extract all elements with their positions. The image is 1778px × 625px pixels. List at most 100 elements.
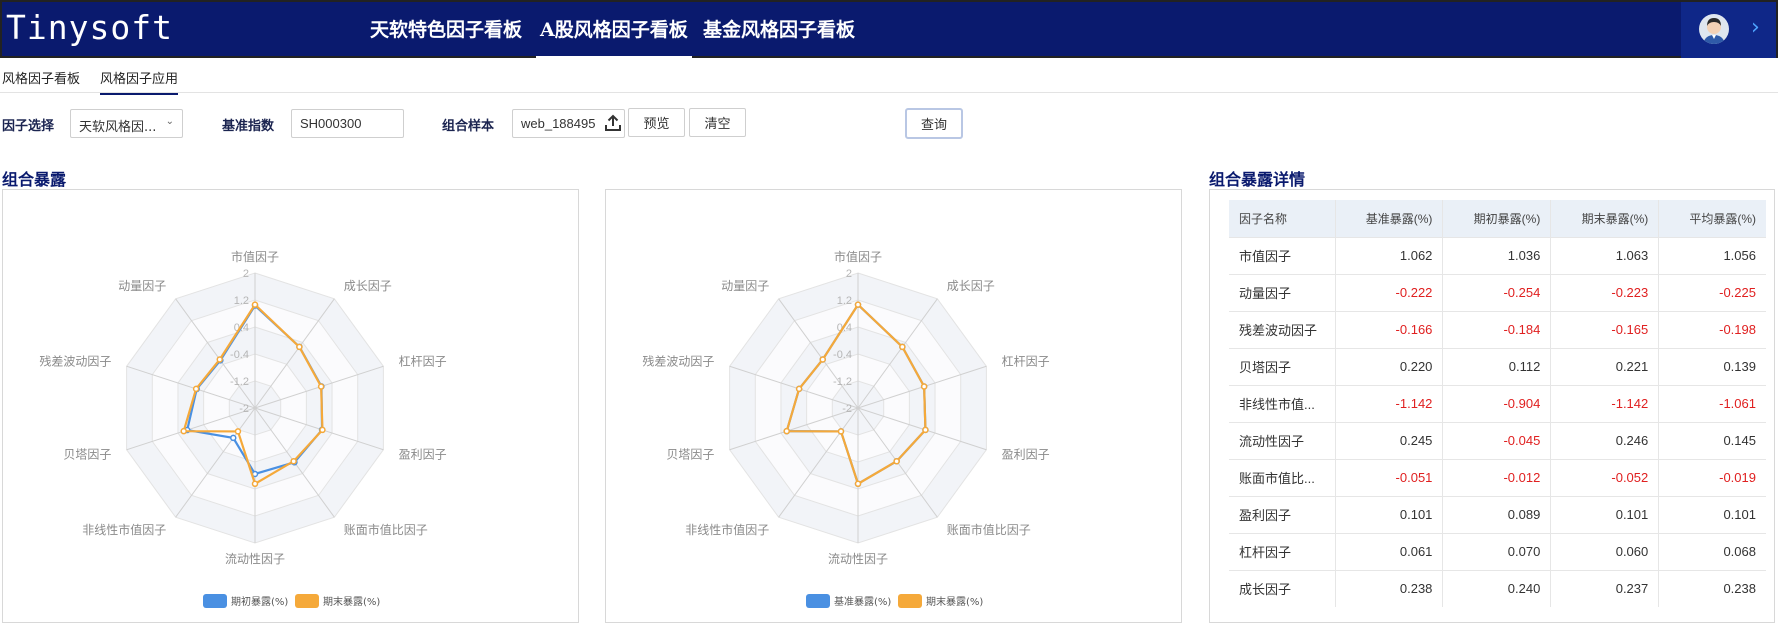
exposure-value-cell: 0.237 [1550, 569, 1659, 607]
exposure-value-cell: 1.062 [1334, 236, 1443, 274]
column-header-start: 期初暴露(%) [1442, 200, 1551, 237]
radar-tick-label: 1.2 [837, 295, 852, 307]
legend-label: 期末暴露(%) [323, 595, 380, 608]
radar-data-point [251, 480, 259, 488]
radar-axis-label: 动量因子 [118, 279, 166, 293]
factor-name-cell: 市值因子 [1229, 236, 1335, 274]
radar-chart-1: 21.20.4-0.4-1.2-2市值因子成长因子杠杆因子盈利因子账面市值比因子… [39, 249, 447, 608]
radar-data-point [893, 457, 900, 465]
exposure-value-cell: -0.045 [1442, 421, 1551, 459]
radar-axis-label: 贝塔因子 [666, 448, 714, 462]
app-logo: Tinysoft [6, 8, 173, 47]
exposure-value-cell: 1.056 [1658, 236, 1766, 274]
column-header-end: 期末暴露(%) [1550, 200, 1659, 237]
exposure-value-cell: -0.019 [1658, 458, 1766, 496]
radar-axis-label: 流动性因子 [828, 552, 888, 566]
user-menu[interactable]: › [1681, 2, 1776, 58]
radar-data-point [251, 301, 259, 308]
column-header-average: 平均暴露(%) [1658, 200, 1766, 237]
exposure-value-cell: 0.061 [1334, 532, 1443, 570]
exposure-value-cell: 0.060 [1550, 532, 1659, 570]
radar-data-point [920, 383, 928, 390]
exposure-value-cell: -1.061 [1658, 384, 1766, 422]
legend-label: 期末暴露(%) [926, 595, 983, 608]
portfolio-exposure-title: 组合暴露 [2, 170, 67, 189]
top-navbar: Tinysoft 天软特色因子看板 A股风格因子看板 基金风格因子看板 › [0, 0, 1778, 60]
sample-label: 组合样本 [442, 119, 495, 134]
exposure-value-cell: -0.223 [1550, 273, 1659, 311]
radar-tick-label: 2 [243, 268, 249, 280]
nav-tab-a-share-style-factors[interactable]: A股风格因子看板 [536, 15, 692, 60]
subtab-style-factor-application[interactable]: 风格因子应用 [100, 68, 179, 95]
factor-name-cell: 成长因子 [1229, 569, 1335, 607]
factor-select[interactable]: 天软风格因... ⌄ [70, 109, 183, 138]
exposure-detail-table: 因子名称 基准暴露(%) 期初暴露(%) 期末暴露(%) 平均暴露(%) 市值因… [1229, 200, 1766, 607]
radar-data-point [922, 426, 929, 434]
radar-data-point [234, 428, 242, 435]
exposure-value-cell: 1.063 [1550, 236, 1659, 274]
exposure-value-cell: -0.225 [1658, 273, 1766, 311]
radar-data-point [317, 383, 325, 390]
table-header-row: 因子名称 基准暴露(%) 期初暴露(%) 期末暴露(%) 平均暴露(%) [1229, 200, 1766, 237]
radar-tick-label: 2 [846, 268, 852, 280]
exposure-value-cell: 0.220 [1334, 347, 1443, 385]
portfolio-exposure-detail-title: 组合暴露详情 [1209, 170, 1306, 189]
factor-name-cell: 流动性因子 [1229, 421, 1335, 459]
radar-data-point [837, 428, 845, 435]
table-row: 贝塔因子 0.220 0.112 0.221 0.139 [1229, 347, 1766, 385]
radar-axis-label: 贝塔因子 [63, 448, 111, 462]
radar-axis-label: 账面市值比因子 [344, 522, 428, 537]
radar-axis-label: 流动性因子 [225, 552, 285, 566]
factor-select-value: 天软风格因... [79, 120, 157, 135]
clear-button[interactable]: 清空 [689, 108, 746, 137]
radar-tick-label: 1.2 [234, 295, 249, 307]
exposure-value-cell: 0.101 [1658, 495, 1766, 533]
radar-axis-label: 成长因子 [344, 279, 392, 293]
radar-data-point [230, 434, 237, 442]
radar-data-point [216, 356, 223, 363]
exposure-value-cell: -0.012 [1442, 458, 1551, 496]
radar-tick-label: -0.4 [833, 349, 852, 361]
table-row: 动量因子 -0.222 -0.254 -0.223 -0.225 [1229, 273, 1766, 311]
exposure-value-cell: -0.165 [1550, 310, 1659, 348]
chevron-right-icon[interactable]: › [1751, 15, 1760, 40]
radar-tick-label: -1.2 [230, 376, 249, 388]
exposure-value-cell: 0.238 [1658, 569, 1766, 607]
table-row: 市值因子 1.062 1.036 1.063 1.056 [1229, 236, 1766, 274]
exposure-value-cell: 0.246 [1550, 421, 1659, 459]
legend-swatch [295, 594, 319, 608]
exposure-value-cell: -1.142 [1550, 384, 1659, 422]
radar-tick-label: -0.4 [230, 349, 249, 361]
table-row: 非线性市值... -1.142 -0.904 -1.142 -1.061 [1229, 384, 1766, 422]
subtab-style-factor-board[interactable]: 风格因子看板 [2, 68, 80, 87]
preview-button[interactable]: 预览 [628, 108, 685, 137]
radar-axis-label: 市值因子 [231, 249, 279, 264]
avatar[interactable] [1699, 14, 1729, 44]
benchmark-input[interactable] [291, 109, 404, 138]
radar-axis-label: 成长因子 [947, 279, 995, 293]
chevron-down-icon: ⌄ [165, 116, 174, 127]
factor-name-cell: 动量因子 [1229, 273, 1335, 311]
benchmark-label: 基准指数 [222, 119, 275, 134]
exposure-value-cell: -0.051 [1334, 458, 1443, 496]
exposure-value-cell: 0.101 [1550, 495, 1659, 533]
radar-data-point [819, 356, 826, 363]
factor-name-cell: 盈利因子 [1229, 495, 1335, 533]
radar-data-point [296, 343, 303, 351]
nav-tab-tinysoft-factors[interactable]: 天软特色因子看板 [370, 15, 522, 42]
upload-icon[interactable] [603, 113, 623, 133]
exposure-value-cell: 0.221 [1550, 347, 1659, 385]
factor-name-cell: 杠杆因子 [1229, 532, 1335, 570]
exposure-value-cell: 0.139 [1658, 347, 1766, 385]
exposure-value-cell: 0.089 [1442, 495, 1551, 533]
nav-tab-fund-style-factors[interactable]: 基金风格因子看板 [703, 15, 855, 42]
radar-chart-2: 21.20.4-0.4-1.2-2市值因子成长因子杠杆因子盈利因子账面市值比因子… [642, 249, 1050, 608]
radar-chart-panel-2: 2 1.2 0.4 -0.4 -1.2 -2 市值因子 成长因子 杠杆因子 盈利因子 账面市值比因子… [605, 189, 1182, 623]
radar-tick-label: -2 [239, 403, 249, 415]
exposure-detail-panel: 因子名称 基准暴露(%) 期初暴露(%) 期末暴露(%) 平均暴露(%) 市值因… [1209, 189, 1775, 623]
exposure-value-cell: 0.068 [1658, 532, 1766, 570]
radar-data-point [854, 480, 862, 488]
query-button[interactable]: 查询 [905, 108, 963, 139]
radar-axis-label: 盈利因子 [1002, 448, 1050, 462]
radar-data-point [290, 457, 297, 465]
